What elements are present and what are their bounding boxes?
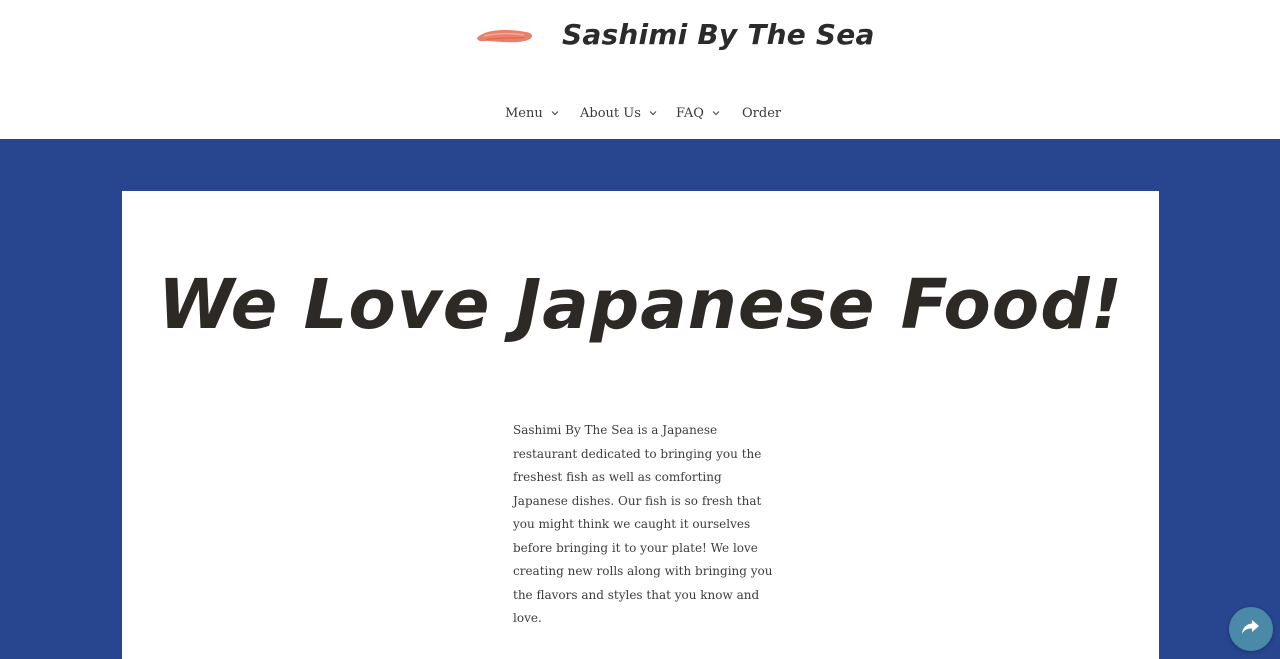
nav-item-faq[interactable]: FAQ (676, 102, 721, 124)
nav-item-label: FAQ (676, 105, 704, 121)
hero-headline: We Love Japanese Food! (157, 265, 1124, 345)
site-title[interactable]: Sashimi By The Sea (562, 18, 875, 51)
sashimi-slice-icon[interactable] (474, 22, 536, 52)
main-nav: Menu About Us FAQ Order (0, 102, 1280, 124)
chevron-down-icon (550, 108, 560, 118)
chevron-down-icon (648, 108, 658, 118)
nav-item-about-us[interactable]: About Us (580, 102, 658, 124)
share-button[interactable] (1229, 607, 1273, 651)
nav-item-label: About Us (580, 105, 641, 121)
content-card: We Love Japanese Food! Sashimi By The Se… (122, 191, 1159, 659)
intro-paragraph: Sashimi By The Sea is a Japanese restaur… (513, 423, 773, 625)
nav-item-label: Menu (505, 105, 543, 121)
nav-item-order[interactable]: Order (742, 102, 781, 124)
chevron-down-icon (711, 108, 721, 118)
nav-item-label: Order (742, 105, 782, 121)
nav-item-menu[interactable]: Menu (505, 102, 560, 124)
brand[interactable]: Sashimi By The Sea (0, 18, 1280, 58)
share-arrow-icon (1241, 618, 1261, 640)
site-header: Sashimi By The Sea Menu About Us FAQ Ord… (0, 0, 1280, 139)
